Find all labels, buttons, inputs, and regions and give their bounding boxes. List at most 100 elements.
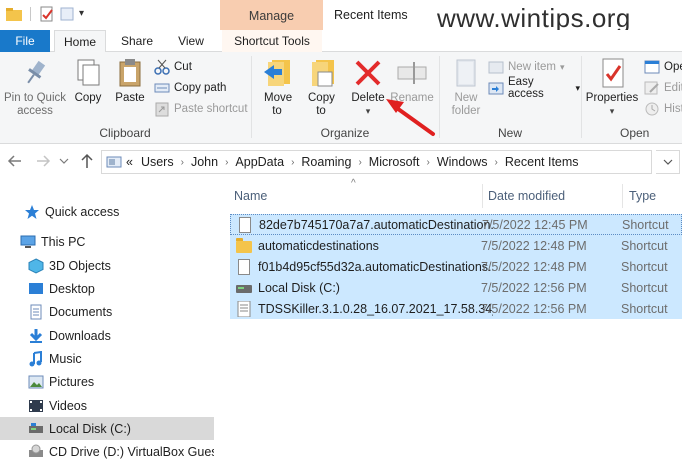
- new-item-button[interactable]: New item ▾: [488, 58, 564, 76]
- history-item-button[interactable]: Hist: [644, 100, 682, 118]
- column-header-name[interactable]: Name: [234, 184, 267, 208]
- pc-icon: [20, 234, 36, 250]
- ribbon-tabs: File Home Share View Shortcut Tools: [0, 30, 682, 53]
- cut-button[interactable]: Cut: [154, 58, 192, 76]
- breadcrumb-recent-items[interactable]: Recent Items: [505, 155, 579, 169]
- window-title: Recent Items: [334, 8, 408, 22]
- breadcrumb-windows[interactable]: Windows: [437, 155, 488, 169]
- easy-access-icon: [488, 80, 504, 96]
- file-row[interactable]: 82de7b745170a7a7.automaticDestination...…: [230, 214, 682, 235]
- nav-item-desktop[interactable]: Desktop: [0, 277, 214, 300]
- nav-item-pictures[interactable]: Pictures: [0, 370, 214, 393]
- nav-item-documents[interactable]: Documents: [0, 300, 214, 323]
- new-folder-qat-icon[interactable]: [59, 6, 75, 22]
- breadcrumb-separator-icon[interactable]: ›: [358, 157, 361, 168]
- file-row[interactable]: Local Disk (C:) 7/5/2022 12:56 PM Shortc…: [230, 277, 682, 298]
- folder-icon: [236, 237, 252, 254]
- file-date: 7/5/2022 12:45 PM: [482, 217, 588, 232]
- breadcrumb-separator-icon[interactable]: ›: [181, 157, 184, 168]
- column-header-type-label: Type: [629, 189, 657, 203]
- forward-arrow-icon[interactable]: [34, 152, 52, 170]
- move-to-icon: [260, 56, 294, 90]
- breadcrumb-separator-icon[interactable]: ›: [225, 157, 228, 168]
- file-row[interactable]: automaticdestinations 7/5/2022 12:48 PM …: [230, 235, 682, 256]
- column-header-date-modified[interactable]: Date modified: [488, 184, 565, 208]
- new-item-label: New item: [508, 61, 556, 73]
- drive-icon: [28, 421, 44, 437]
- edit-item-button[interactable]: Edit: [644, 79, 682, 97]
- breadcrumb-roaming[interactable]: Roaming: [301, 155, 351, 169]
- nav-item-3d-objects[interactable]: 3D Objects: [0, 254, 214, 277]
- file-name: f01b4d95cf55d32a.automaticDestinations..…: [258, 259, 493, 274]
- breadcrumb-users[interactable]: Users: [141, 155, 174, 169]
- copy-button[interactable]: Copy: [70, 56, 106, 105]
- move-to-button[interactable]: Move to: [258, 56, 296, 118]
- breadcrumb-microsoft[interactable]: Microsoft: [369, 155, 420, 169]
- nav-item-label: Videos: [49, 398, 87, 413]
- nav-item-label: Downloads: [49, 328, 111, 343]
- paste-label: Paste: [115, 92, 145, 104]
- new-folder-button[interactable]: New folder: [444, 56, 488, 118]
- tab-home[interactable]: Home: [54, 30, 106, 53]
- properties-button[interactable]: Properties ▾: [584, 56, 640, 118]
- navigation-row: « Users › John › AppData › Roaming › Mic…: [0, 146, 682, 178]
- tab-file[interactable]: File: [0, 30, 50, 52]
- nav-item-label: Desktop: [49, 281, 95, 296]
- file-name: automaticdestinations: [258, 238, 379, 253]
- tab-view[interactable]: View: [168, 30, 214, 52]
- delete-dropdown-chevron-icon[interactable]: ▾: [348, 105, 388, 118]
- nav-item-downloads[interactable]: Downloads: [0, 324, 214, 347]
- address-location-icon: [106, 154, 122, 170]
- file-row[interactable]: TDSSKiller.3.1.0.28_16.07.2021_17.58.34_…: [230, 298, 682, 319]
- new-group-label: New: [497, 126, 522, 140]
- nav-item-videos[interactable]: Videos: [0, 394, 214, 417]
- breadcrumb-separator-icon[interactable]: ›: [291, 157, 294, 168]
- address-bar[interactable]: « Users › John › AppData › Roaming › Mic…: [101, 150, 652, 174]
- file-date: 7/5/2022 12:56 PM: [481, 301, 587, 316]
- paste-icon: [113, 56, 147, 90]
- copy-to-icon: [304, 56, 338, 90]
- drive-icon: [236, 280, 252, 296]
- document-icon: [236, 258, 252, 275]
- breadcrumb-separator-icon[interactable]: ›: [495, 157, 498, 168]
- history-item-label: Hist: [664, 103, 682, 115]
- nav-item-this-pc[interactable]: This PC: [0, 230, 214, 253]
- up-arrow-icon[interactable]: [78, 152, 96, 170]
- rename-button[interactable]: Rename: [390, 56, 434, 105]
- open-item-label: Ope: [664, 61, 682, 73]
- tab-shortcut-tools[interactable]: Shortcut Tools: [222, 30, 322, 52]
- breadcrumb-separator-icon[interactable]: ›: [426, 157, 429, 168]
- title-bar: ▾ Manage Recent Items www.wintips.org: [0, 0, 682, 33]
- file-name: TDSSKiller.3.1.0.28_16.07.2021_17.58.34_…: [258, 301, 493, 316]
- properties-dropdown-chevron-icon[interactable]: ▾: [584, 105, 640, 118]
- copy-to-button[interactable]: Copy to: [302, 56, 340, 118]
- nav-item-local-disk[interactable]: Local Disk (C:): [0, 417, 214, 440]
- breadcrumb-appdata[interactable]: AppData: [235, 155, 284, 169]
- customize-qat-chevron-icon[interactable]: ▾: [79, 6, 89, 22]
- open-icon: [644, 59, 660, 75]
- paste-shortcut-button[interactable]: Paste shortcut: [154, 100, 248, 118]
- delete-button[interactable]: Delete ▾: [348, 56, 388, 118]
- address-dropdown-chevron-icon[interactable]: [656, 150, 680, 174]
- copy-path-button[interactable]: Copy path: [154, 79, 226, 97]
- pin-to-quick-access-button[interactable]: Pin to Quick access: [2, 56, 68, 118]
- tab-share[interactable]: Share: [112, 30, 162, 52]
- nav-item-quick-access[interactable]: Quick access: [0, 200, 214, 223]
- copy-path-label: Copy path: [174, 82, 227, 94]
- breadcrumb-john[interactable]: John: [191, 155, 218, 169]
- nav-item-cd-drive[interactable]: CD Drive (D:) VirtualBox Guest A: [0, 440, 214, 463]
- document-icon: [237, 216, 253, 233]
- file-list-pane: Name ^ Date modified Type 82de7b745170a7…: [222, 178, 682, 471]
- easy-access-chevron-icon: ▾: [575, 82, 580, 93]
- back-arrow-icon[interactable]: [6, 152, 24, 170]
- easy-access-button[interactable]: Easy access ▾: [488, 76, 580, 100]
- open-item-button[interactable]: Ope: [644, 58, 682, 76]
- recent-locations-chevron-icon[interactable]: [58, 152, 70, 170]
- file-row[interactable]: f01b4d95cf55d32a.automaticDestinations..…: [230, 256, 682, 277]
- nav-item-music[interactable]: Music: [0, 347, 214, 370]
- pin-icon: [18, 56, 52, 90]
- address-overflow[interactable]: «: [126, 155, 133, 169]
- paste-button[interactable]: Paste: [110, 56, 150, 105]
- column-header-type[interactable]: Type: [629, 184, 656, 208]
- properties-qat-icon[interactable]: [39, 6, 55, 22]
